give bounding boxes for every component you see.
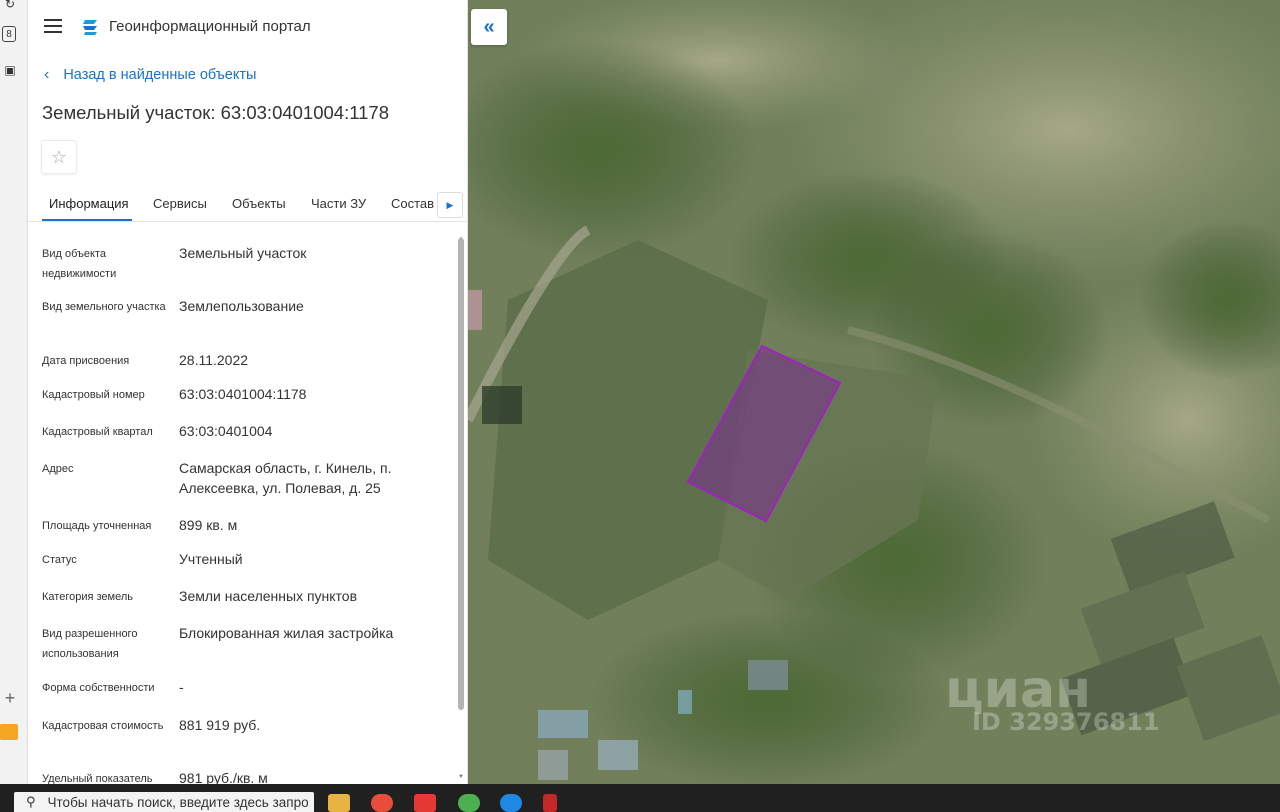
camera-icon[interactable]: ▣	[0, 60, 20, 80]
scroll-thumb[interactable]	[458, 238, 464, 710]
cian-watermark-id: ID 329376811	[972, 708, 1160, 736]
info-value: 28.11.2022	[179, 352, 249, 368]
object-title: Земельный участок: 63:03:0401004:1178	[42, 102, 390, 123]
favorite-button[interactable]: ☆	[41, 140, 77, 174]
info-value: Учтенный	[179, 551, 243, 567]
star-icon: ☆	[50, 146, 68, 167]
yandex-browser-icon[interactable]	[371, 794, 393, 812]
info-value: -	[179, 679, 184, 695]
info-value: 881 919 руб.	[179, 717, 261, 733]
info-value: Самарская область, г. Кинель, п. Алексее…	[179, 460, 392, 496]
tab-composition[interactable]: Состав	[391, 196, 434, 211]
tab-services[interactable]: Сервисы	[153, 196, 207, 211]
satellite-map[interactable]: циан ID 329376811	[468, 0, 1280, 784]
info-label: Дата присвоения	[42, 355, 130, 367]
portal-title[interactable]: Геоинформационный портал	[109, 18, 311, 35]
info-label: Адрес	[42, 463, 74, 475]
portal-header: Геоинформационный портал	[28, 0, 468, 56]
info-label: Кадастровый номер	[42, 389, 145, 401]
tabs-scroll-right-button[interactable]: ▶	[437, 192, 463, 218]
browser-sidebar: ↻ 8 ▣ +	[0, 0, 28, 784]
yandex-icon[interactable]	[414, 794, 436, 812]
info-value: Земельный участок	[179, 245, 307, 261]
taskbar-search-input[interactable]: ⚲ Чтобы начать поиск, введите здесь запр…	[14, 792, 314, 812]
back-link-label: Назад в найденные объекты	[63, 67, 257, 83]
info-value: Блокированная жилая застройка	[179, 625, 394, 641]
active-tab-indicator	[42, 219, 132, 221]
info-label: Кадастровый квартал	[42, 426, 153, 438]
collections-badge[interactable]: 8	[2, 26, 16, 42]
tab-land-parts[interactable]: Части ЗУ	[311, 196, 366, 211]
edge-icon[interactable]	[500, 794, 522, 812]
info-label: Категория земель	[42, 591, 133, 603]
taskbar: ⚲ Чтобы начать поиск, введите здесь запр…	[0, 784, 1280, 812]
info-scrollbar[interactable]: ▲ ▼	[457, 236, 465, 782]
app-icon[interactable]	[543, 794, 557, 812]
file-explorer-icon[interactable]	[328, 794, 350, 812]
tab-information[interactable]: Информация	[49, 196, 129, 211]
search-icon: ⚲	[26, 794, 36, 809]
caret-right-icon: ▶	[446, 199, 454, 210]
tab-objects[interactable]: Объекты	[232, 196, 286, 211]
menu-icon[interactable]	[44, 19, 62, 33]
info-value: 899 кв. м	[179, 517, 238, 533]
info-label: Удельный показатель	[42, 773, 153, 784]
chrome-icon[interactable]	[458, 794, 480, 812]
tab-bar: Информация Сервисы Объекты Части ЗУ Сост…	[28, 186, 468, 222]
double-chevron-left-icon: «	[483, 15, 495, 38]
info-label: Вид разрешенного использования	[42, 628, 138, 660]
taskbar-search-placeholder: Чтобы начать поиск, введите здесь запрос	[47, 794, 308, 810]
info-label: Кадастровая стоимость	[42, 720, 164, 732]
info-value: Земли населенных пунктов	[179, 588, 358, 604]
info-label: Статус	[42, 554, 77, 566]
info-list: Вид объекта недвижимости Земельный участ…	[28, 222, 456, 784]
info-value: 63:03:0401004	[179, 423, 273, 439]
chevron-left-icon: ‹	[44, 66, 50, 83]
info-value: Землепользование	[179, 298, 304, 314]
info-label: Форма собственности	[42, 682, 155, 694]
map-imagery	[468, 0, 1280, 784]
info-value: 63:03:0401004:1178	[179, 386, 307, 402]
mail-icon[interactable]	[0, 724, 18, 740]
info-label: Площадь уточненная	[42, 520, 152, 532]
info-label: Вид земельного участка	[42, 301, 166, 313]
back-link[interactable]: ‹ Назад в найденные объекты	[44, 66, 256, 84]
portal-logo-icon	[83, 20, 97, 35]
info-panel: Геоинформационный портал ‹ Назад в найде…	[28, 0, 468, 784]
info-label: Вид объекта недвижимости	[42, 248, 117, 280]
scroll-down-icon[interactable]: ▼	[457, 774, 465, 782]
info-value: 981 руб./кв. м	[179, 770, 268, 784]
collapse-panel-button[interactable]: «	[471, 9, 507, 45]
history-icon[interactable]: ↻	[0, 0, 20, 14]
add-icon[interactable]: +	[0, 688, 20, 708]
